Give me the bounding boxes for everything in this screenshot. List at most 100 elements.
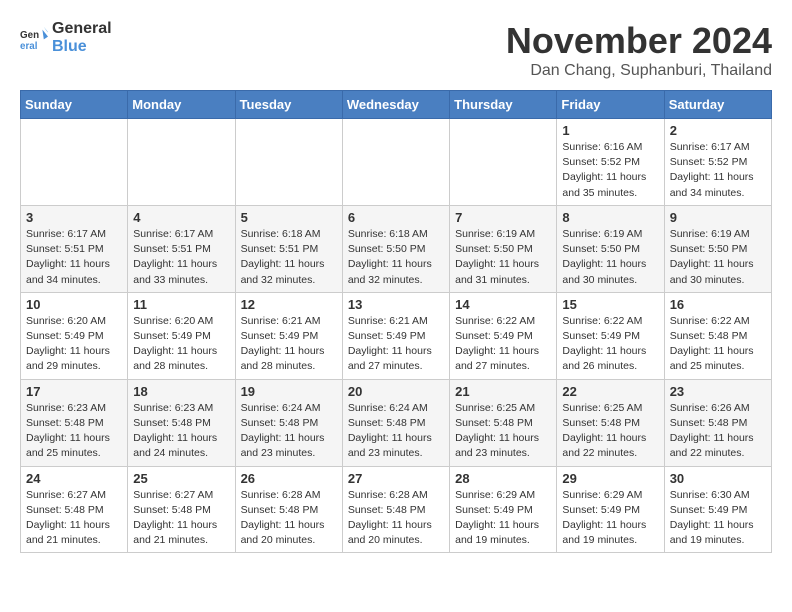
day-info: Sunrise: 6:25 AM Sunset: 5:48 PM Dayligh… xyxy=(455,401,551,462)
calendar-week-row: 24 Sunrise: 6:27 AM Sunset: 5:48 PM Dayli… xyxy=(21,466,772,553)
calendar-cell: 1 Sunrise: 6:16 AM Sunset: 5:52 PM Daylig… xyxy=(557,119,664,206)
day-header-saturday: Saturday xyxy=(664,91,771,119)
day-info: Sunrise: 6:27 AM Sunset: 5:48 PM Dayligh… xyxy=(133,488,229,549)
day-number: 30 xyxy=(670,471,766,486)
title-block: November 2024 Dan Chang, Suphanburi, Tha… xyxy=(506,20,772,80)
day-number: 26 xyxy=(241,471,337,486)
day-info: Sunrise: 6:23 AM Sunset: 5:48 PM Dayligh… xyxy=(133,401,229,462)
calendar-week-row: 10 Sunrise: 6:20 AM Sunset: 5:49 PM Dayli… xyxy=(21,292,772,379)
day-number: 11 xyxy=(133,297,229,312)
calendar-cell: 7 Sunrise: 6:19 AM Sunset: 5:50 PM Daylig… xyxy=(450,205,557,292)
day-info: Sunrise: 6:28 AM Sunset: 5:48 PM Dayligh… xyxy=(241,488,337,549)
calendar-cell: 29 Sunrise: 6:29 AM Sunset: 5:49 PM Dayli… xyxy=(557,466,664,553)
calendar-cell xyxy=(450,119,557,206)
day-info: Sunrise: 6:17 AM Sunset: 5:51 PM Dayligh… xyxy=(133,227,229,288)
calendar-cell: 20 Sunrise: 6:24 AM Sunset: 5:48 PM Dayli… xyxy=(342,379,449,466)
day-number: 3 xyxy=(26,210,122,225)
calendar-cell: 30 Sunrise: 6:30 AM Sunset: 5:49 PM Dayli… xyxy=(664,466,771,553)
day-number: 22 xyxy=(562,384,658,399)
day-number: 10 xyxy=(26,297,122,312)
day-number: 13 xyxy=(348,297,444,312)
calendar-week-row: 17 Sunrise: 6:23 AM Sunset: 5:48 PM Dayli… xyxy=(21,379,772,466)
logo-general: General xyxy=(52,20,112,38)
calendar-cell: 22 Sunrise: 6:25 AM Sunset: 5:48 PM Dayli… xyxy=(557,379,664,466)
calendar-cell: 9 Sunrise: 6:19 AM Sunset: 5:50 PM Daylig… xyxy=(664,205,771,292)
calendar-cell: 8 Sunrise: 6:19 AM Sunset: 5:50 PM Daylig… xyxy=(557,205,664,292)
calendar-cell: 3 Sunrise: 6:17 AM Sunset: 5:51 PM Daylig… xyxy=(21,205,128,292)
calendar-cell: 26 Sunrise: 6:28 AM Sunset: 5:48 PM Dayli… xyxy=(235,466,342,553)
calendar-cell: 19Sunrise: 6:24 AM Sunset: 5:48 PM Dayli… xyxy=(235,379,342,466)
day-number: 24 xyxy=(26,471,122,486)
day-info: Sunrise: 6:25 AM Sunset: 5:48 PM Dayligh… xyxy=(562,401,658,462)
calendar-cell: 18 Sunrise: 6:23 AM Sunset: 5:48 PM Dayli… xyxy=(128,379,235,466)
day-info: Sunrise: 6:22 AM Sunset: 5:49 PM Dayligh… xyxy=(562,314,658,375)
day-header-monday: Monday xyxy=(128,91,235,119)
day-number: 12 xyxy=(241,297,337,312)
calendar-cell: 28 Sunrise: 6:29 AM Sunset: 5:49 PM Dayli… xyxy=(450,466,557,553)
day-info: Sunrise: 6:19 AM Sunset: 5:50 PM Dayligh… xyxy=(670,227,766,288)
day-info: Sunrise: 6:22 AM Sunset: 5:49 PM Dayligh… xyxy=(455,314,551,375)
day-info: Sunrise: 6:28 AM Sunset: 5:48 PM Dayligh… xyxy=(348,488,444,549)
day-number: 17 xyxy=(26,384,122,399)
svg-text:eral: eral xyxy=(20,41,38,52)
day-info: Sunrise: 6:20 AM Sunset: 5:49 PM Dayligh… xyxy=(133,314,229,375)
day-number: 23 xyxy=(670,384,766,399)
day-number: 25 xyxy=(133,471,229,486)
day-info: Sunrise: 6:26 AM Sunset: 5:48 PM Dayligh… xyxy=(670,401,766,462)
month-title: November 2024 xyxy=(506,20,772,62)
day-number: 15 xyxy=(562,297,658,312)
calendar-cell: 21 Sunrise: 6:25 AM Sunset: 5:48 PM Dayli… xyxy=(450,379,557,466)
calendar-cell: 6 Sunrise: 6:18 AM Sunset: 5:50 PM Daylig… xyxy=(342,205,449,292)
day-info: Sunrise: 6:21 AM Sunset: 5:49 PM Dayligh… xyxy=(348,314,444,375)
day-header-tuesday: Tuesday xyxy=(235,91,342,119)
day-number: 28 xyxy=(455,471,551,486)
day-number: 29 xyxy=(562,471,658,486)
location-subtitle: Dan Chang, Suphanburi, Thailand xyxy=(506,62,772,80)
calendar-cell: 4 Sunrise: 6:17 AM Sunset: 5:51 PM Daylig… xyxy=(128,205,235,292)
calendar-week-row: 1 Sunrise: 6:16 AM Sunset: 5:52 PM Daylig… xyxy=(21,119,772,206)
day-header-wednesday: Wednesday xyxy=(342,91,449,119)
calendar-cell xyxy=(128,119,235,206)
calendar-cell: 2Sunrise: 6:17 AM Sunset: 5:52 PM Daylig… xyxy=(664,119,771,206)
day-info: Sunrise: 6:30 AM Sunset: 5:49 PM Dayligh… xyxy=(670,488,766,549)
day-info: Sunrise: 6:21 AM Sunset: 5:49 PM Dayligh… xyxy=(241,314,337,375)
day-header-friday: Friday xyxy=(557,91,664,119)
day-info: Sunrise: 6:19 AM Sunset: 5:50 PM Dayligh… xyxy=(455,227,551,288)
page-header: Gen eral General Blue November 2024 Dan … xyxy=(20,20,772,80)
day-info: Sunrise: 6:18 AM Sunset: 5:50 PM Dayligh… xyxy=(348,227,444,288)
day-number: 27 xyxy=(348,471,444,486)
calendar-cell: 12 Sunrise: 6:21 AM Sunset: 5:49 PM Dayli… xyxy=(235,292,342,379)
day-number: 18 xyxy=(133,384,229,399)
day-number: 4 xyxy=(133,210,229,225)
day-number: 6 xyxy=(348,210,444,225)
day-info: Sunrise: 6:24 AM Sunset: 5:48 PM Dayligh… xyxy=(348,401,444,462)
calendar-cell: 11 Sunrise: 6:20 AM Sunset: 5:49 PM Dayli… xyxy=(128,292,235,379)
day-number: 8 xyxy=(562,210,658,225)
calendar-cell: 25 Sunrise: 6:27 AM Sunset: 5:48 PM Dayli… xyxy=(128,466,235,553)
day-number: 21 xyxy=(455,384,551,399)
calendar-cell xyxy=(235,119,342,206)
day-info: Sunrise: 6:29 AM Sunset: 5:49 PM Dayligh… xyxy=(562,488,658,549)
calendar-table: SundayMondayTuesdayWednesdayThursdayFrid… xyxy=(20,90,772,553)
calendar-cell xyxy=(21,119,128,206)
day-info: Sunrise: 6:17 AM Sunset: 5:51 PM Dayligh… xyxy=(26,227,122,288)
day-info: Sunrise: 6:29 AM Sunset: 5:49 PM Dayligh… xyxy=(455,488,551,549)
day-info: Sunrise: 6:23 AM Sunset: 5:48 PM Dayligh… xyxy=(26,401,122,462)
logo-blue: Blue xyxy=(52,38,112,56)
calendar-week-row: 3 Sunrise: 6:17 AM Sunset: 5:51 PM Daylig… xyxy=(21,205,772,292)
day-number: 9 xyxy=(670,210,766,225)
day-info: Sunrise: 6:18 AM Sunset: 5:51 PM Dayligh… xyxy=(241,227,337,288)
day-info: Sunrise: 6:16 AM Sunset: 5:52 PM Dayligh… xyxy=(562,140,658,201)
calendar-cell: 27 Sunrise: 6:28 AM Sunset: 5:48 PM Dayli… xyxy=(342,466,449,553)
calendar-cell: 5 Sunrise: 6:18 AM Sunset: 5:51 PM Daylig… xyxy=(235,205,342,292)
day-number: 1 xyxy=(562,123,658,138)
day-number: 7 xyxy=(455,210,551,225)
calendar-cell: 24 Sunrise: 6:27 AM Sunset: 5:48 PM Dayli… xyxy=(21,466,128,553)
day-number: 5 xyxy=(241,210,337,225)
logo-icon: Gen eral xyxy=(20,24,48,52)
day-info: Sunrise: 6:20 AM Sunset: 5:49 PM Dayligh… xyxy=(26,314,122,375)
day-info: Sunrise: 6:19 AM Sunset: 5:50 PM Dayligh… xyxy=(562,227,658,288)
day-info: Sunrise: 6:27 AM Sunset: 5:48 PM Dayligh… xyxy=(26,488,122,549)
day-number: 20 xyxy=(348,384,444,399)
calendar-cell: 17 Sunrise: 6:23 AM Sunset: 5:48 PM Dayli… xyxy=(21,379,128,466)
